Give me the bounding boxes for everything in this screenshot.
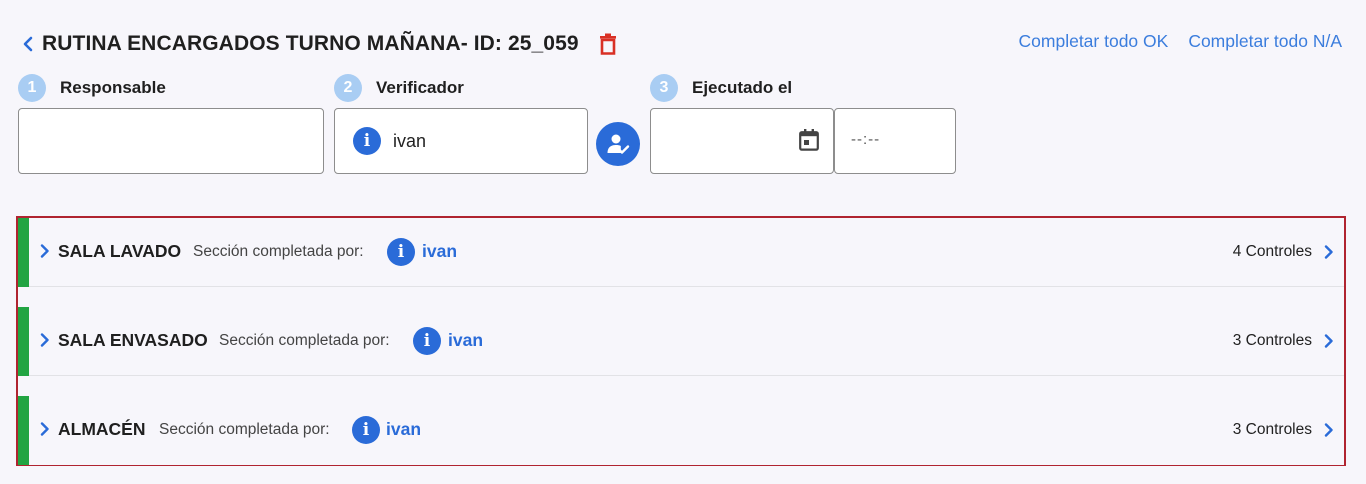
chevron-left-icon	[23, 36, 33, 52]
completed-by-label: Sección completada por:	[159, 421, 330, 438]
controls-count: 3 Controles	[1232, 332, 1312, 349]
step-ejecutado: 3 Ejecutado el	[650, 74, 792, 102]
bulk-actions: Completar todo OK Completar todo N/A	[1019, 31, 1342, 52]
open-section-button[interactable]	[1324, 334, 1334, 353]
completed-by-user: ivan	[422, 241, 458, 261]
responsable-field[interactable]	[18, 108, 324, 174]
section-row-sala-lavado[interactable]: SALA LAVADO Sección completada por: i iv…	[18, 218, 1344, 287]
section-row-almacen[interactable]: ALMACÉN Sección completada por: i ivan 3…	[18, 396, 1344, 465]
page-header: RUTINA ENCARGADOS TURNO MAÑANA- ID: 25_0…	[22, 30, 617, 58]
page-title: RUTINA ENCARGADOS TURNO MAÑANA- ID: 25_0…	[42, 32, 579, 55]
time-value: --:--	[851, 131, 881, 148]
expand-button[interactable]	[40, 244, 50, 263]
chevron-right-icon	[40, 244, 49, 258]
calendar-button[interactable]	[799, 129, 819, 156]
assign-verifier-button[interactable]	[596, 122, 640, 166]
status-bar	[18, 396, 29, 465]
section-name: SALA LAVADO	[58, 241, 182, 261]
chevron-right-icon	[1324, 245, 1333, 259]
step-label: Verificador	[376, 78, 464, 97]
chevron-right-icon	[1324, 334, 1333, 348]
chevron-right-icon	[40, 333, 49, 347]
date-input[interactable]	[650, 108, 834, 174]
divider	[29, 286, 1344, 287]
user-check-icon	[607, 134, 630, 154]
verificador-chip: i ivan	[353, 127, 426, 155]
section-name: SALA ENVASADO	[58, 330, 208, 350]
open-section-button[interactable]	[1324, 245, 1334, 264]
divider	[29, 375, 1344, 376]
section-row-sala-envasado[interactable]: SALA ENVASADO Sección completada por: i …	[18, 307, 1344, 376]
back-button[interactable]	[22, 36, 40, 52]
step-verificador: 2 Verificador	[334, 74, 464, 102]
completed-by-label: Sección completada por:	[193, 243, 364, 260]
info-icon[interactable]: i	[413, 327, 441, 355]
completed-by-user: ivan	[386, 419, 422, 439]
sections-list: SALA LAVADO Sección completada por: i iv…	[16, 216, 1346, 466]
open-section-button[interactable]	[1324, 423, 1334, 442]
status-bar	[18, 218, 29, 287]
chevron-right-icon	[40, 422, 49, 436]
step-number-badge: 2	[334, 74, 362, 102]
info-icon[interactable]: i	[353, 127, 381, 155]
info-icon[interactable]: i	[352, 416, 380, 444]
section-name: ALMACÉN	[58, 419, 146, 439]
calendar-icon	[799, 129, 819, 151]
step-responsable: 1 Responsable	[18, 74, 166, 102]
time-input[interactable]: --:--	[834, 108, 956, 174]
step-number-badge: 3	[650, 74, 678, 102]
controls-count: 4 Controles	[1232, 243, 1312, 260]
complete-all-na-link[interactable]: Completar todo N/A	[1188, 31, 1342, 52]
step-number-badge: 1	[18, 74, 46, 102]
step-label: Ejecutado el	[692, 78, 793, 97]
expand-button[interactable]	[40, 422, 50, 441]
verificador-name: ivan	[393, 130, 427, 151]
expand-button[interactable]	[40, 333, 50, 352]
delete-button[interactable]	[599, 33, 617, 55]
completed-by-user: ivan	[448, 330, 484, 350]
completed-by-label: Sección completada por:	[219, 332, 390, 349]
controls-count: 3 Controles	[1232, 421, 1312, 438]
step-label: Responsable	[60, 78, 166, 97]
chevron-right-icon	[1324, 423, 1333, 437]
complete-all-ok-link[interactable]: Completar todo OK	[1019, 31, 1169, 52]
info-icon[interactable]: i	[387, 238, 415, 266]
verificador-field[interactable]: i ivan	[334, 108, 588, 174]
trash-icon	[599, 33, 616, 55]
status-bar	[18, 307, 29, 376]
